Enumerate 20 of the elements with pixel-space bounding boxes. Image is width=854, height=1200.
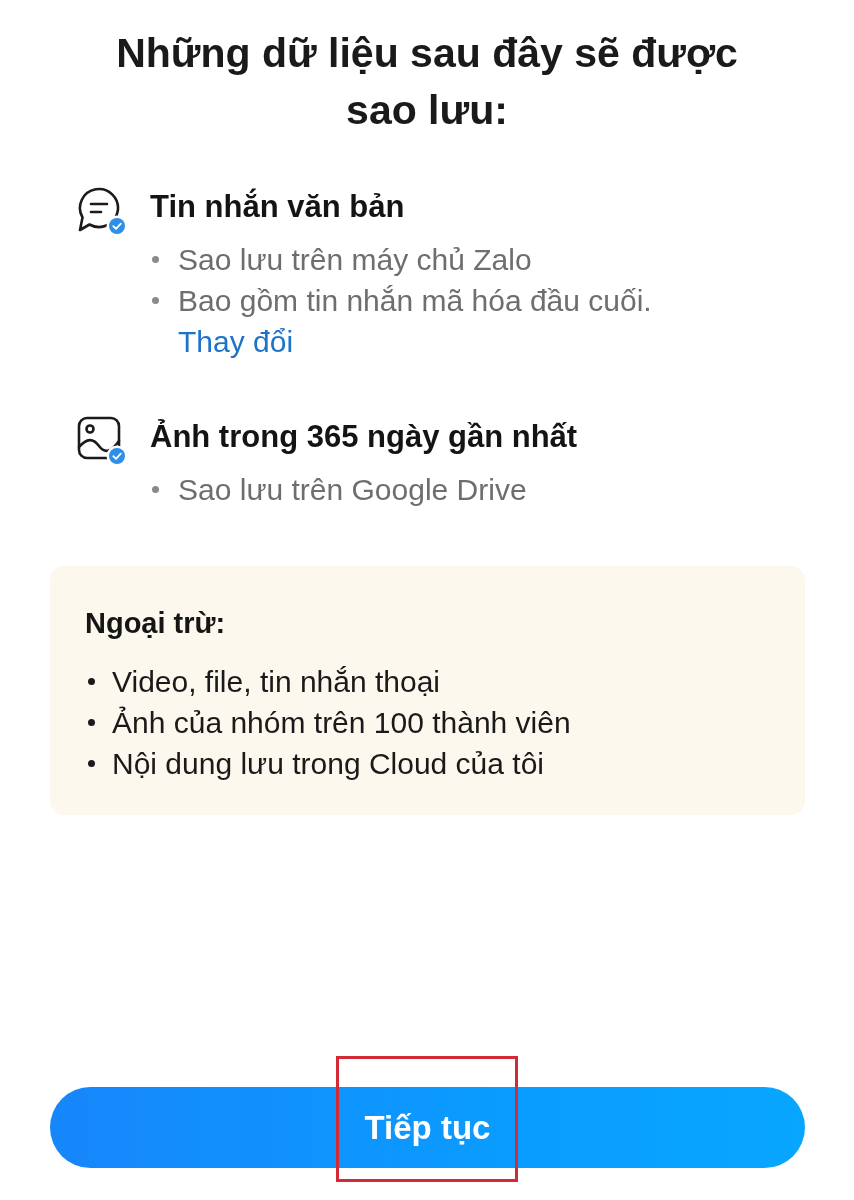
change-link[interactable]: Thay đổi bbox=[178, 325, 294, 358]
exclusions-title: Ngoại trừ: bbox=[85, 606, 226, 641]
bullet-icon bbox=[152, 256, 159, 263]
picture-icon bbox=[77, 416, 121, 460]
detail-text: Sao lưu trên máy chủ Zalo bbox=[178, 242, 532, 278]
bullet-icon bbox=[88, 719, 95, 726]
bullet-icon bbox=[152, 297, 159, 304]
exclusion-text: Ảnh của nhóm trên 100 thành viên bbox=[112, 705, 571, 741]
exclusion-text: Video, file, tin nhắn thoại bbox=[112, 664, 441, 700]
category-title: Tin nhắn văn bản bbox=[150, 187, 405, 226]
detail-text: Sao lưu trên Google Drive bbox=[178, 472, 527, 508]
continue-button[interactable]: Tiếp tục bbox=[50, 1087, 805, 1168]
bullet-icon bbox=[88, 678, 95, 685]
page-title: Những dữ liệu sau đây sẽ được sao lưu: bbox=[115, 29, 739, 135]
exclusion-text: Nội dung lưu trong Cloud của tôi bbox=[112, 746, 544, 782]
bullet-icon bbox=[88, 760, 95, 767]
bullet-icon bbox=[152, 486, 159, 493]
category-title: Ảnh trong 365 ngày gần nhất bbox=[150, 418, 578, 456]
chat-bubble-icon bbox=[78, 187, 120, 232]
detail-text: Bao gồm tin nhắn mã hóa đầu cuối. bbox=[178, 283, 652, 319]
